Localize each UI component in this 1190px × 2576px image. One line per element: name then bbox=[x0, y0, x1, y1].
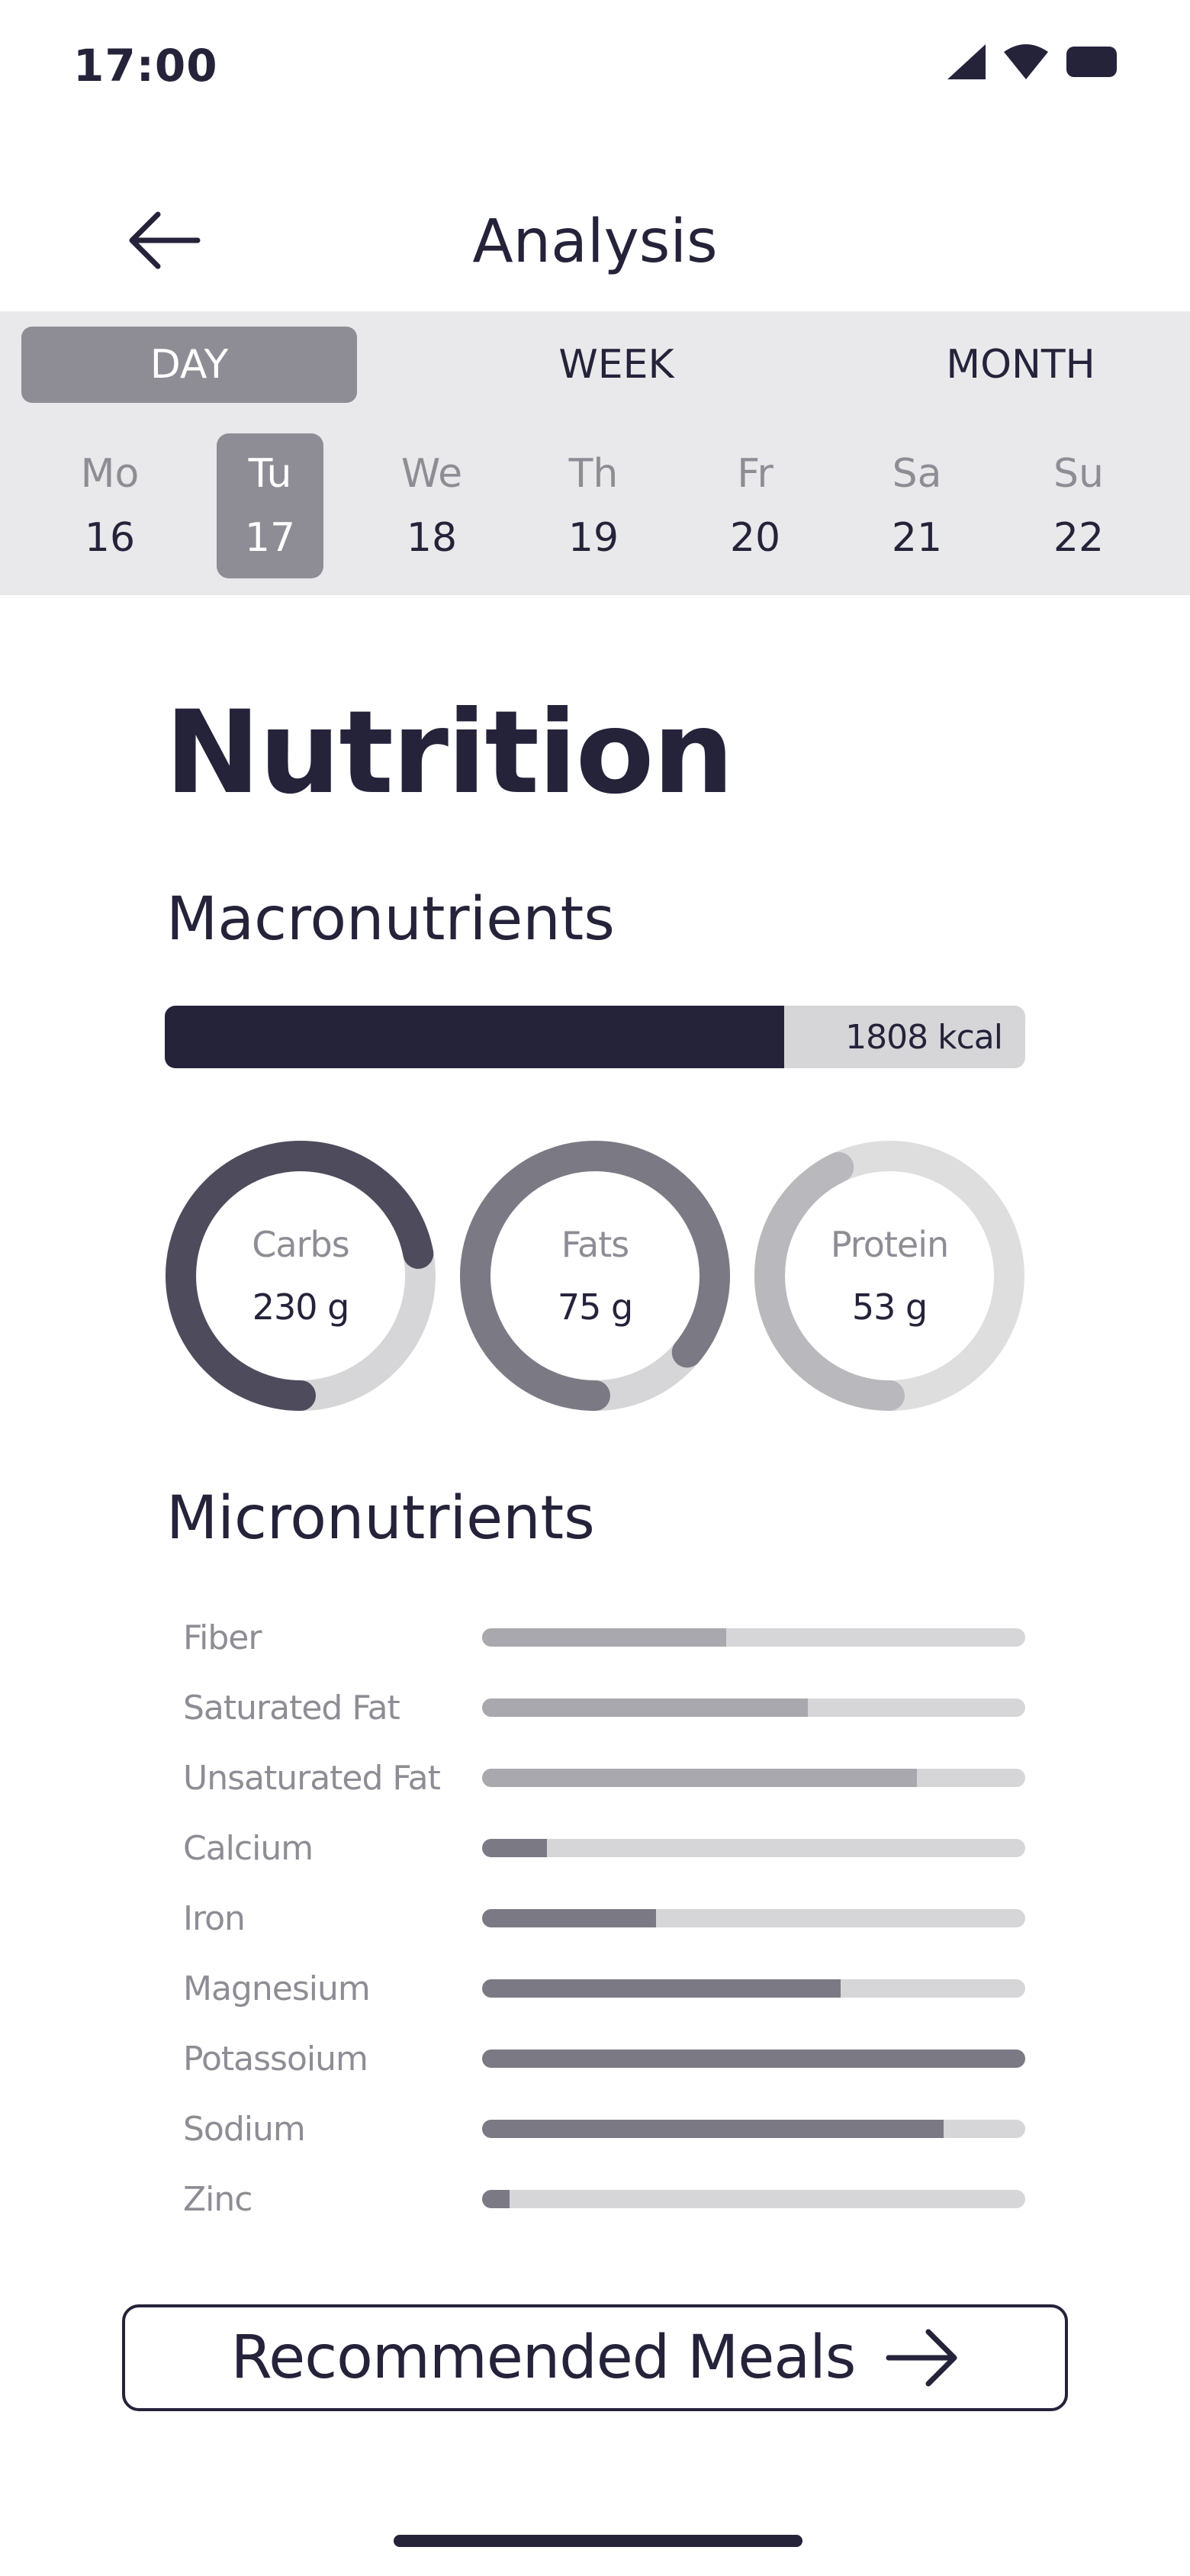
day-cell-fr[interactable]: Fr 20 bbox=[702, 433, 809, 578]
day-cell-su[interactable]: Su 22 bbox=[1025, 433, 1132, 578]
day-of-week: Sa bbox=[892, 451, 942, 497]
micronutrient-name: Calcium bbox=[183, 1828, 314, 1868]
recommended-meals-label: Recommended Meals bbox=[230, 2323, 857, 2392]
micronutrient-name: Sodium bbox=[183, 2109, 306, 2149]
home-indicator bbox=[394, 2535, 802, 2547]
day-of-week: Th bbox=[568, 451, 619, 497]
macro-name: Carbs bbox=[252, 1224, 349, 1265]
micronutrient-row: Fiber bbox=[183, 1602, 1025, 1673]
day-of-week: Tu bbox=[248, 451, 292, 497]
tab-day[interactable]: DAY bbox=[21, 327, 357, 403]
micronutrient-row: Zinc bbox=[183, 2164, 1025, 2234]
range-tabs: DAY WEEK MONTH bbox=[21, 327, 1169, 403]
micronutrient-row: Iron bbox=[183, 1883, 1025, 1953]
page-title: Analysis bbox=[472, 208, 718, 276]
macro-value: 75 g bbox=[557, 1286, 633, 1328]
micronutrient-bar-fill bbox=[482, 2050, 1025, 2068]
arrow-right-icon bbox=[886, 2329, 957, 2387]
nutrition-title: Nutrition bbox=[165, 687, 734, 819]
tab-week[interactable]: WEEK bbox=[449, 327, 784, 403]
calories-label: 1808 kcal bbox=[845, 1017, 1003, 1057]
wifi-icon bbox=[1004, 44, 1048, 79]
micronutrient-bar bbox=[482, 1909, 1025, 1927]
macro-ring-protein: Protein 53 g bbox=[754, 1140, 1025, 1412]
status-time: 17:00 bbox=[73, 40, 218, 92]
micronutrient-bar bbox=[482, 2190, 1025, 2208]
micronutrient-row: Saturated Fat bbox=[183, 1673, 1025, 1743]
macro-ring-fats: Fats 75 g bbox=[459, 1140, 731, 1412]
day-number: 16 bbox=[84, 515, 136, 561]
day-cell-tu[interactable]: Tu 17 bbox=[217, 433, 323, 578]
micronutrient-bar-fill bbox=[482, 1699, 809, 1717]
micronutrient-name: Iron bbox=[183, 1898, 246, 1938]
micronutrient-bar bbox=[482, 1839, 1025, 1857]
calories-bar: 1808 kcal bbox=[165, 1006, 1025, 1068]
day-cell-mo[interactable]: Mo 16 bbox=[56, 433, 163, 578]
day-of-week: Su bbox=[1053, 451, 1104, 497]
micronutrient-bar bbox=[482, 1769, 1025, 1787]
day-of-week: Fr bbox=[737, 451, 774, 497]
macro-ring-carbs: Carbs 230 g bbox=[165, 1140, 436, 1412]
micronutrient-row: Sodium bbox=[183, 2094, 1025, 2164]
micronutrient-bar-fill bbox=[482, 1909, 656, 1927]
micronutrient-row: Calcium bbox=[183, 1813, 1025, 1883]
micronutrient-bar bbox=[482, 1628, 1025, 1647]
micronutrient-row: Magnesium bbox=[183, 1953, 1025, 2024]
micronutrient-list: Fiber Saturated Fat Unsaturated Fat Calc… bbox=[183, 1602, 1025, 2234]
micronutrient-name: Magnesium bbox=[183, 1969, 371, 2008]
macro-value: 53 g bbox=[851, 1286, 928, 1328]
micronutrient-bar bbox=[482, 2120, 1025, 2138]
micronutrient-name: Potassoium bbox=[183, 2039, 368, 2079]
status-icons bbox=[947, 44, 1117, 79]
macro-value: 230 g bbox=[252, 1286, 350, 1328]
micronutrient-bar-fill bbox=[482, 1979, 841, 1998]
macro-name: Protein bbox=[830, 1224, 949, 1265]
day-number: 21 bbox=[891, 515, 943, 561]
micronutrient-bar-fill bbox=[482, 1839, 548, 1857]
battery-icon bbox=[1066, 47, 1117, 77]
micronutrient-bar bbox=[482, 2050, 1025, 2068]
macronutrients-title: Macronutrients bbox=[166, 885, 615, 954]
day-number: 17 bbox=[244, 515, 296, 561]
micronutrient-bar-fill bbox=[482, 2190, 510, 2208]
micronutrient-bar bbox=[482, 1979, 1025, 1998]
signal-icon bbox=[947, 44, 986, 79]
micronutrient-bar-fill bbox=[482, 1628, 727, 1647]
micronutrient-row: Unsaturated Fat bbox=[183, 1743, 1025, 1813]
day-of-week: We bbox=[400, 451, 463, 497]
micronutrient-bar bbox=[482, 1699, 1025, 1717]
micronutrient-name: Fiber bbox=[183, 1618, 262, 1657]
micronutrient-name: Saturated Fat bbox=[183, 1688, 400, 1728]
tab-month[interactable]: MONTH bbox=[853, 327, 1188, 403]
day-cell-th[interactable]: Th 19 bbox=[540, 433, 647, 578]
day-number: 22 bbox=[1053, 515, 1105, 561]
date-selector: DAY WEEK MONTH Mo 16 Tu 17 We 18 Th 19 F… bbox=[0, 311, 1190, 595]
day-cell-we[interactable]: We 18 bbox=[378, 433, 485, 578]
micronutrients-title: Micronutrients bbox=[166, 1484, 595, 1553]
macro-name: Fats bbox=[561, 1224, 629, 1265]
micronutrient-name: Zinc bbox=[183, 2179, 252, 2219]
day-number: 18 bbox=[406, 515, 458, 561]
micronutrient-bar-fill bbox=[482, 2120, 944, 2138]
app-header: Analysis bbox=[0, 168, 1190, 305]
micronutrient-row: Potassoium bbox=[183, 2024, 1025, 2094]
day-number: 20 bbox=[729, 515, 781, 561]
day-cell-sa[interactable]: Sa 21 bbox=[864, 433, 970, 578]
status-bar: 17:00 bbox=[0, 0, 1190, 130]
day-number: 19 bbox=[568, 515, 619, 561]
micronutrient-bar-fill bbox=[482, 1769, 917, 1787]
calories-bar-fill bbox=[165, 1006, 785, 1068]
micronutrient-name: Unsaturated Fat bbox=[183, 1758, 441, 1798]
day-of-week: Mo bbox=[80, 451, 140, 497]
recommended-meals-button[interactable]: Recommended Meals bbox=[122, 2304, 1068, 2411]
